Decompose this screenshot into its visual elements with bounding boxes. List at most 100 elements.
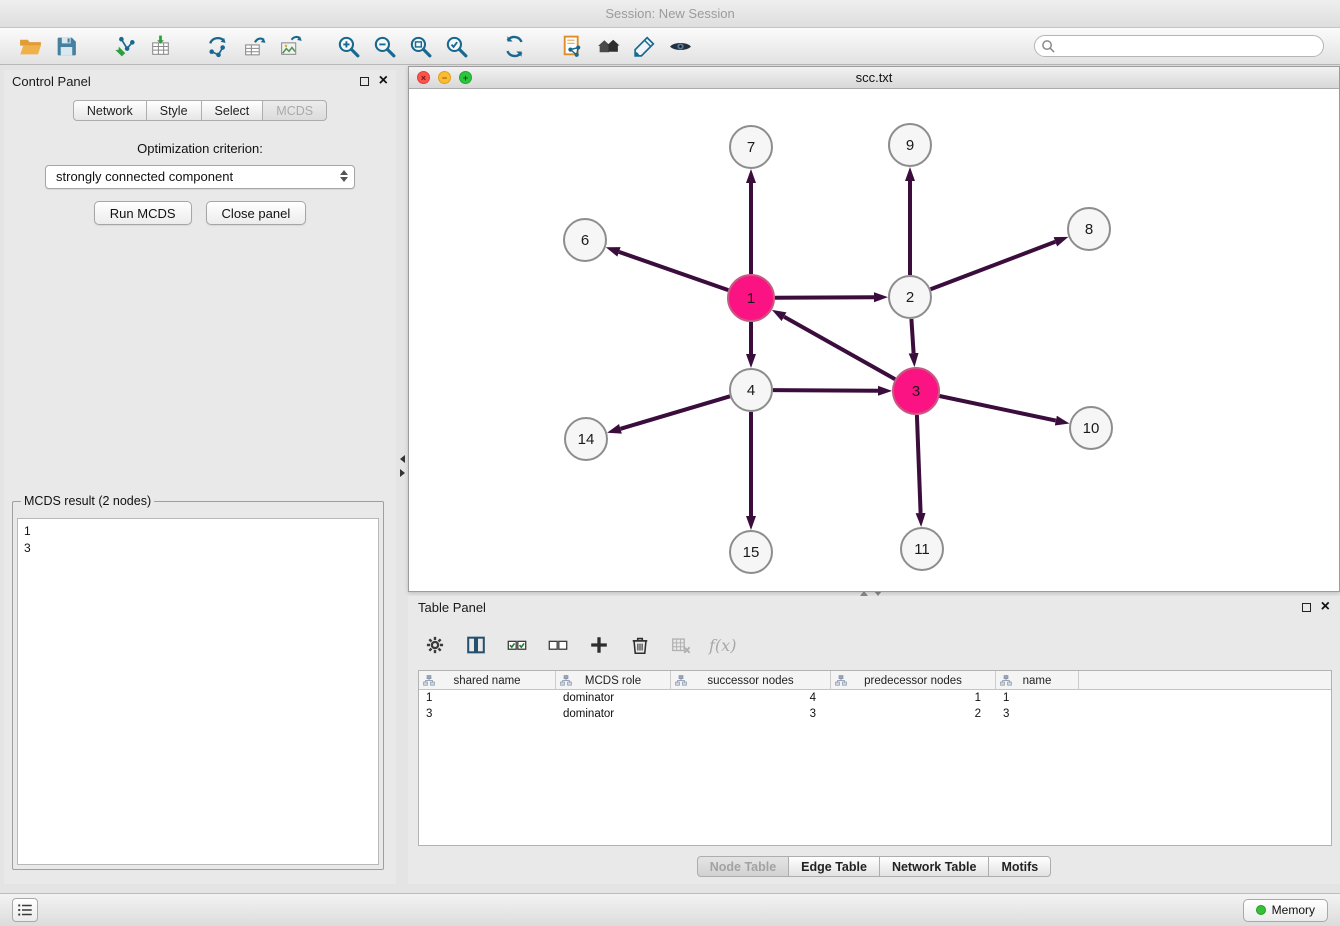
graph-edge-4-3[interactable] (773, 390, 878, 391)
table-cell[interactable]: 4 (671, 690, 831, 706)
export-image-button[interactable] (272, 31, 308, 61)
graph-edge-1-2[interactable] (775, 297, 874, 298)
add-column-button[interactable] (586, 632, 612, 658)
document-network-icon (560, 34, 585, 59)
close-window-icon[interactable]: × (417, 71, 430, 84)
graph-edge-3-1[interactable] (784, 317, 895, 380)
export-network-button[interactable] (200, 31, 236, 61)
table-cell[interactable]: 3 (419, 706, 556, 722)
optimization-criterion-label: Optimization criterion: (4, 141, 396, 156)
deselect-all-columns-button[interactable] (545, 632, 571, 658)
table-body: 1dominator4113dominator323 (419, 690, 1331, 722)
optimization-criterion-select[interactable]: strongly connected component (45, 165, 355, 189)
network-window-titlebar[interactable]: × − + scc.txt (409, 67, 1339, 89)
tab-edge-table[interactable]: Edge Table (788, 856, 880, 877)
select-all-columns-button[interactable] (504, 632, 530, 658)
table-cell[interactable]: dominator (556, 706, 671, 722)
graph-node-3[interactable]: 3 (893, 368, 939, 414)
graph-node-8[interactable]: 8 (1068, 208, 1110, 250)
table-settings-button[interactable] (422, 632, 448, 658)
style-paint-button[interactable] (626, 31, 662, 61)
close-table-panel-icon[interactable]: × (1321, 601, 1330, 613)
float-panel-icon[interactable] (360, 77, 369, 86)
import-table-button[interactable] (142, 31, 178, 61)
column-tree-icon (675, 675, 687, 686)
table-cell[interactable]: 1 (419, 690, 556, 706)
delete-table-button[interactable] (668, 632, 694, 658)
open-file-button[interactable] (12, 31, 48, 61)
graph-node-15[interactable]: 15 (730, 531, 772, 573)
function-builder-button[interactable]: f(x) (709, 636, 736, 655)
tab-style[interactable]: Style (146, 100, 202, 121)
node-table: shared nameMCDS rolesuccessor nodesprede… (418, 670, 1332, 846)
table-cell[interactable]: 1 (831, 690, 996, 706)
eye-button[interactable] (662, 31, 698, 61)
table-panel-title: Table Panel (418, 600, 486, 615)
column-header-predecessor-nodes[interactable]: predecessor nodes (831, 671, 996, 690)
graph-node-6[interactable]: 6 (564, 219, 606, 261)
table-cell[interactable]: 1 (996, 690, 1079, 706)
minimize-window-icon[interactable]: − (438, 71, 451, 84)
tab-network-table[interactable]: Network Table (879, 856, 990, 877)
table-cell[interactable]: dominator (556, 690, 671, 706)
svg-text:11: 11 (914, 541, 930, 558)
table-row[interactable]: 3dominator323 (419, 706, 1331, 722)
close-panel-button[interactable]: Close panel (206, 201, 307, 225)
graph-node-4[interactable]: 4 (730, 369, 772, 411)
svg-text:1: 1 (747, 290, 755, 307)
column-header-mcds-role[interactable]: MCDS role (556, 671, 671, 690)
tab-motifs[interactable]: Motifs (988, 856, 1051, 877)
zoom-selected-button[interactable] (438, 31, 474, 61)
graph-node-11[interactable]: 11 (901, 528, 943, 570)
graph-edge-1-6[interactable] (619, 252, 728, 290)
zoom-fit-button[interactable] (402, 31, 438, 61)
home-button[interactable] (590, 31, 626, 61)
table-cell[interactable]: 3 (996, 706, 1079, 722)
graph-edge-3-10[interactable] (940, 396, 1056, 421)
table-cell[interactable]: 2 (831, 706, 996, 722)
mcds-result-list[interactable]: 13 (17, 518, 379, 865)
memory-button[interactable]: Memory (1243, 899, 1328, 922)
graph-edge-3-11[interactable] (917, 415, 921, 513)
network-canvas[interactable]: 7 9 6 8 1 2 4 3 14 10 15 11 (409, 89, 1339, 591)
tab-select[interactable]: Select (201, 100, 264, 121)
tab-mcds[interactable]: MCDS (262, 100, 327, 121)
search-input[interactable] (1034, 35, 1324, 57)
graph-node-7[interactable]: 7 (730, 126, 772, 168)
refresh-layout-button[interactable] (496, 31, 532, 61)
graph-edge-4-14[interactable] (621, 396, 730, 429)
float-table-panel-icon[interactable] (1302, 603, 1311, 612)
svg-text:3: 3 (912, 383, 920, 400)
tab-network[interactable]: Network (73, 100, 147, 121)
column-tree-icon (1000, 675, 1012, 686)
zoom-in-button[interactable] (330, 31, 366, 61)
save-session-button[interactable] (48, 31, 84, 61)
mcds-result-item[interactable]: 1 (24, 523, 372, 540)
vertical-splitter[interactable] (398, 455, 406, 477)
table-cell[interactable]: 3 (671, 706, 831, 722)
column-header-successor-nodes[interactable]: successor nodes (671, 671, 831, 690)
task-history-button[interactable] (12, 898, 38, 922)
mcds-result-item[interactable]: 3 (24, 540, 372, 557)
column-header-name[interactable]: name (996, 671, 1079, 690)
run-mcds-button[interactable]: Run MCDS (94, 201, 192, 225)
tab-node-table[interactable]: Node Table (697, 856, 789, 877)
column-header-shared-name[interactable]: shared name (419, 671, 556, 690)
graph-edge-2-8[interactable] (931, 242, 1056, 289)
table-row[interactable]: 1dominator411 (419, 690, 1331, 706)
graph-node-9[interactable]: 9 (889, 124, 931, 166)
graph-node-10[interactable]: 10 (1070, 407, 1112, 449)
import-network-button[interactable] (106, 31, 142, 61)
graph-node-14[interactable]: 14 (565, 418, 607, 460)
document-network-button[interactable] (554, 31, 590, 61)
maximize-window-icon[interactable]: + (459, 71, 472, 84)
svg-text:10: 10 (1083, 420, 1100, 437)
export-table-button[interactable] (236, 31, 272, 61)
graph-node-2[interactable]: 2 (889, 276, 931, 318)
zoom-out-button[interactable] (366, 31, 402, 61)
column-layout-button[interactable] (463, 632, 489, 658)
delete-columns-button[interactable] (627, 632, 653, 658)
graph-node-1[interactable]: 1 (728, 275, 774, 321)
graph-edge-2-3[interactable] (911, 319, 913, 353)
close-panel-icon[interactable]: × (379, 75, 388, 87)
